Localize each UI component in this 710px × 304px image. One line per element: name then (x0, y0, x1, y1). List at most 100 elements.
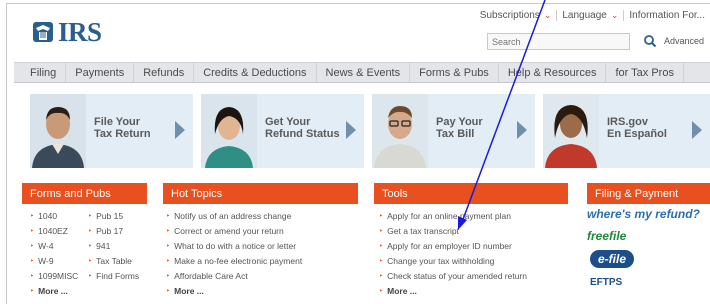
person-photo (30, 94, 86, 168)
nav-filing[interactable]: Filing (14, 63, 67, 82)
hot-topics-heading[interactable]: Hot Topics (163, 183, 358, 204)
person-photo (372, 94, 428, 168)
form-link[interactable]: W-4 (38, 239, 53, 254)
form-link[interactable]: 1099MISC (38, 269, 78, 284)
more-link[interactable]: More ... (174, 284, 204, 299)
eftps-logo[interactable]: EFTPS (590, 273, 622, 291)
nav-news-events[interactable]: News & Events (317, 63, 411, 82)
search-icon[interactable] (643, 34, 657, 48)
form-link[interactable]: 1040 (38, 209, 57, 224)
chevron-right-icon (175, 121, 185, 139)
list-item[interactable]: ‣ W-4 (30, 239, 78, 254)
advanced-search-link[interactable]: Advanced (664, 36, 704, 46)
pub-link[interactable]: Tax Table (96, 254, 132, 269)
nav-refunds[interactable]: Refunds (134, 63, 195, 82)
promo-label: Pay Your Tax Bill (436, 116, 516, 140)
tools-heading[interactable]: Tools (374, 183, 568, 204)
bullet-icon: ‣ (30, 288, 35, 295)
person-photo (201, 94, 257, 168)
information-for-dropdown[interactable]: Information For... (623, 10, 710, 21)
list-item[interactable]: ‣ Find Forms (88, 269, 139, 284)
nav-help-resources[interactable]: Help & Resources (499, 63, 607, 82)
search-input[interactable] (487, 33, 630, 50)
freefile-logo[interactable]: freefile (587, 227, 626, 245)
tool-link[interactable]: Check status of your amended return (387, 269, 527, 284)
wheres-my-refund-logo[interactable]: where's my refund? (587, 205, 700, 223)
list-item[interactable]: ‣ Notify us of an address change (166, 209, 302, 224)
bullet-icon: ‣ (379, 243, 384, 250)
wheres-my-refund-text: where's my refund? (587, 207, 700, 221)
topic-link[interactable]: Notify us of an address change (174, 209, 291, 224)
topic-link[interactable]: Make a no-fee electronic payment (174, 254, 302, 269)
tool-link[interactable]: Apply for an online payment plan (387, 209, 511, 224)
list-item[interactable]: ‣ Pub 15 (88, 209, 139, 224)
list-item[interactable]: ‣ 1099MISC (30, 269, 78, 284)
list-item[interactable]: ‣ Correct or amend your return (166, 224, 302, 239)
pub-link[interactable]: Find Forms (96, 269, 139, 284)
list-item[interactable]: ‣ More ... (379, 284, 527, 299)
promo-file-return[interactable]: File Your Tax Return (30, 94, 193, 168)
pub-link[interactable]: 941 (96, 239, 110, 254)
bullet-icon: ‣ (379, 258, 384, 265)
list-item[interactable]: ‣ More ... (30, 284, 78, 299)
logo-text: IRS (58, 17, 102, 47)
topic-link[interactable]: What to do with a notice or letter (174, 239, 296, 254)
list-item[interactable]: ‣ Tax Table (88, 254, 139, 269)
list-item[interactable]: ‣ Get a tax transcript (379, 224, 527, 239)
pub-link[interactable]: Pub 15 (96, 209, 123, 224)
list-item[interactable]: ‣ Check status of your amended return (379, 269, 527, 284)
tools-list: ‣ Apply for an online payment plan ‣ Get a… (379, 209, 527, 299)
list-item[interactable]: ‣ Make a no-fee electronic payment (166, 254, 302, 269)
bullet-icon: ‣ (379, 228, 384, 235)
tool-link[interactable]: Apply for an employer ID number (387, 239, 512, 254)
list-item[interactable]: ‣ 1040EZ (30, 224, 78, 239)
more-link[interactable]: More ... (387, 284, 417, 299)
list-item[interactable]: ‣ What to do with a notice or letter (166, 239, 302, 254)
efile-logo[interactable]: e-file (590, 250, 635, 268)
nav-forms-pubs[interactable]: Forms & Pubs (410, 63, 499, 82)
subscriptions-link[interactable]: Subscriptions ⌄ (475, 10, 557, 21)
topic-link[interactable]: Correct or amend your return (174, 224, 284, 239)
nav-credits-deductions[interactable]: Credits & Deductions (194, 63, 317, 82)
topic-link[interactable]: Affordable Care Act (174, 269, 248, 284)
irs-logo[interactable]: IRS (30, 17, 102, 47)
bullet-icon: ‣ (88, 243, 93, 250)
tool-link[interactable]: Get a tax transcript (387, 224, 459, 239)
promo-label: Get Your Refund Status (265, 116, 345, 140)
pub-link[interactable]: Pub 17 (96, 224, 123, 239)
nav-tax-pros[interactable]: for Tax Pros (606, 63, 684, 82)
promo-espanol[interactable]: IRS.gov En Español (543, 94, 710, 168)
promo-label-line1: File Your (94, 116, 141, 128)
bullet-icon: ‣ (30, 273, 35, 280)
information-for-label: Information For... (629, 10, 705, 21)
list-item[interactable]: ‣ Pub 17 (88, 224, 139, 239)
list-item[interactable]: ‣ 941 (88, 239, 139, 254)
forms-pubs-col2: ‣ Pub 15 ‣ Pub 17 ‣ 941 ‣ Tax Table ‣ Find Fo… (88, 209, 139, 284)
form-link[interactable]: W-9 (38, 254, 53, 269)
forms-pubs-heading[interactable]: Forms and Pubs (22, 183, 147, 204)
person-photo (543, 94, 599, 168)
list-item[interactable]: ‣ Apply for an online payment plan (379, 209, 527, 224)
eagle-icon (33, 22, 53, 42)
tool-link[interactable]: Change your tax withholding (387, 254, 494, 269)
language-label: Language (562, 10, 607, 21)
bullet-icon: ‣ (88, 228, 93, 235)
chevron-right-icon (692, 121, 702, 139)
list-item[interactable]: ‣ W-9 (30, 254, 78, 269)
promo-pay-tax-bill[interactable]: Pay Your Tax Bill (372, 94, 535, 168)
more-link[interactable]: More ... (38, 284, 68, 299)
language-dropdown[interactable]: Language ⌄ (556, 10, 623, 21)
form-link[interactable]: 1040EZ (38, 224, 68, 239)
list-item[interactable]: ‣ Affordable Care Act (166, 269, 302, 284)
bullet-icon: ‣ (30, 258, 35, 265)
promo-refund-status[interactable]: Get Your Refund Status (201, 94, 364, 168)
list-item[interactable]: ‣ More ... (166, 284, 302, 299)
list-item[interactable]: ‣ 1040 (30, 209, 78, 224)
filing-payment-heading[interactable]: Filing & Payment (587, 183, 710, 204)
list-item[interactable]: ‣ Apply for an employer ID number (379, 239, 527, 254)
promo-label-line2: Tax Return (94, 128, 151, 140)
chevron-right-icon (517, 121, 527, 139)
freefile-text: freefile (587, 229, 627, 243)
nav-payments[interactable]: Payments (66, 63, 135, 82)
list-item[interactable]: ‣ Change your tax withholding (379, 254, 527, 269)
